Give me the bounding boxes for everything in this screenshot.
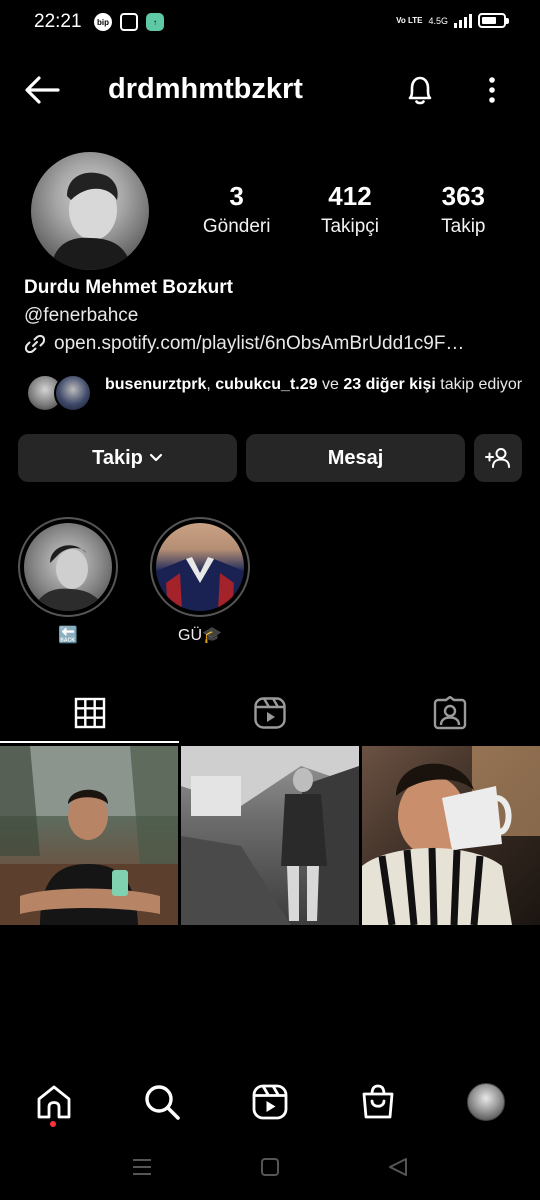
followed-suffix: takip ediyor bbox=[440, 376, 523, 393]
reels-icon bbox=[254, 697, 286, 729]
status-bar: 22:21 bip ↑ 😎 Vo LTE 4.5G bbox=[0, 0, 540, 46]
highlight-photo bbox=[34, 545, 104, 611]
nav-profile[interactable] bbox=[464, 1080, 508, 1124]
post-photo bbox=[362, 746, 540, 925]
recent-apps-button[interactable] bbox=[130, 1156, 154, 1178]
highlight-cover bbox=[156, 523, 244, 611]
system-navigation-bar bbox=[0, 1146, 540, 1186]
profile-tabs bbox=[0, 682, 540, 744]
highlight-photo bbox=[156, 557, 244, 611]
tab-posts-grid[interactable] bbox=[0, 682, 180, 744]
home-notification-dot bbox=[50, 1121, 56, 1127]
system-back-button[interactable] bbox=[386, 1156, 410, 1178]
more-options-button[interactable] bbox=[478, 74, 506, 106]
others-count: 23 diğer kişi bbox=[343, 376, 436, 393]
followers-count: 412 bbox=[328, 181, 372, 211]
full-name: Durdu Mehmet Bozkurt bbox=[24, 277, 233, 298]
suggested-users-button[interactable] bbox=[474, 434, 522, 482]
post-photo bbox=[181, 746, 359, 925]
volte-indicator: Vo LTE bbox=[396, 16, 423, 25]
highlight-ring bbox=[18, 517, 118, 617]
follower-username: cubukcu_t.29 bbox=[215, 376, 318, 393]
story-highlight[interactable]: GÜ🎓 bbox=[150, 517, 250, 645]
bip-icon: bip bbox=[94, 13, 112, 31]
post-photo bbox=[0, 746, 178, 925]
followed-by-text: busenurztprk, cubukcu_t.29 ve 23 diğer k… bbox=[105, 374, 525, 395]
nav-search[interactable] bbox=[140, 1080, 184, 1124]
back-arrow-icon bbox=[25, 76, 60, 104]
posts-stat[interactable]: 3 Gönderi bbox=[180, 180, 293, 238]
following-stat[interactable]: 363 Takip bbox=[407, 180, 520, 238]
notifications-button[interactable] bbox=[402, 72, 438, 108]
upward-arrow-app-icon: ↑ bbox=[146, 13, 164, 31]
profile-avatar[interactable] bbox=[31, 152, 149, 270]
page-title-username: drdmhmtbzkrt bbox=[108, 73, 303, 105]
following-count: 363 bbox=[441, 181, 486, 211]
highlight-ring bbox=[150, 517, 250, 617]
triangle-back-icon bbox=[389, 1158, 407, 1176]
posts-count: 3 bbox=[229, 181, 244, 211]
following-button-label: Takip bbox=[92, 446, 143, 469]
post-thumbnail[interactable] bbox=[362, 746, 540, 925]
post-thumbnail[interactable] bbox=[0, 746, 178, 925]
following-label: Takip bbox=[441, 216, 486, 237]
following-button[interactable]: Takip bbox=[18, 434, 237, 482]
shop-icon bbox=[362, 1084, 394, 1119]
status-app-icons: bip ↑ 😎 bbox=[94, 13, 190, 31]
reels-icon bbox=[252, 1084, 288, 1120]
network-type: 4.5G bbox=[428, 15, 448, 26]
active-tab-indicator bbox=[0, 741, 179, 743]
more-vertical-icon bbox=[489, 77, 495, 103]
tagged-icon bbox=[433, 696, 467, 730]
post-thumbnail[interactable] bbox=[181, 746, 359, 925]
grid-icon bbox=[74, 697, 106, 729]
follower-avatar bbox=[54, 374, 92, 412]
profile-stats: 3 Gönderi 412 Takipçi 363 Takip bbox=[180, 180, 520, 238]
message-button-label: Mesaj bbox=[327, 446, 384, 469]
conjunction-text: ve bbox=[321, 376, 339, 393]
chevron-down-icon bbox=[149, 453, 162, 462]
bottom-navigation bbox=[0, 1072, 540, 1132]
status-time: 22:21 bbox=[34, 11, 82, 32]
home-icon bbox=[37, 1085, 71, 1119]
status-indicators: Vo LTE 4.5G bbox=[396, 13, 509, 28]
nav-shop[interactable] bbox=[356, 1080, 400, 1124]
profile-photo bbox=[51, 172, 131, 270]
menu-icon bbox=[133, 1159, 151, 1175]
bio-link-text: open.spotify.com/playlist/6nObsAmBrUdd1c… bbox=[54, 333, 465, 354]
followed-by-row[interactable]: busenurztprk, cubukcu_t.29 ve 23 diğer k… bbox=[24, 372, 524, 416]
emoji-face-icon: 😎 bbox=[173, 13, 189, 30]
tab-reels[interactable] bbox=[180, 682, 360, 744]
highlight-label: GÜ🎓 bbox=[178, 627, 222, 644]
nav-home[interactable] bbox=[32, 1080, 76, 1124]
bell-icon bbox=[408, 76, 432, 105]
highlight-label: 🔙 bbox=[58, 627, 78, 644]
signal-icon bbox=[454, 13, 472, 28]
profile-header: drdmhmtbzkrt bbox=[0, 60, 540, 120]
followers-label: Takipçi bbox=[320, 216, 380, 237]
posts-grid bbox=[0, 746, 540, 925]
highlight-cover bbox=[24, 523, 112, 611]
nav-reels[interactable] bbox=[248, 1080, 292, 1124]
system-home-button[interactable] bbox=[258, 1156, 282, 1178]
follower-username: busenurztprk bbox=[105, 376, 207, 393]
instagram-icon bbox=[120, 13, 138, 31]
story-highlight[interactable]: 🔙 bbox=[18, 517, 118, 645]
bio-text[interactable]: @fenerbahce bbox=[24, 305, 138, 327]
search-icon bbox=[145, 1085, 180, 1120]
square-icon bbox=[261, 1158, 279, 1176]
followers-stat[interactable]: 412 Takipçi bbox=[293, 180, 406, 238]
posts-label: Gönderi bbox=[202, 216, 271, 237]
message-button[interactable]: Mesaj bbox=[246, 434, 465, 482]
bio-link[interactable]: open.spotify.com/playlist/6nObsAmBrUdd1c… bbox=[24, 333, 464, 355]
back-button[interactable] bbox=[22, 72, 62, 108]
battery-icon bbox=[478, 13, 509, 28]
profile-avatar-small bbox=[467, 1083, 505, 1121]
separator-text: , bbox=[206, 376, 211, 393]
add-user-icon bbox=[485, 448, 510, 468]
tab-tagged[interactable] bbox=[360, 682, 540, 744]
link-icon bbox=[24, 334, 46, 354]
